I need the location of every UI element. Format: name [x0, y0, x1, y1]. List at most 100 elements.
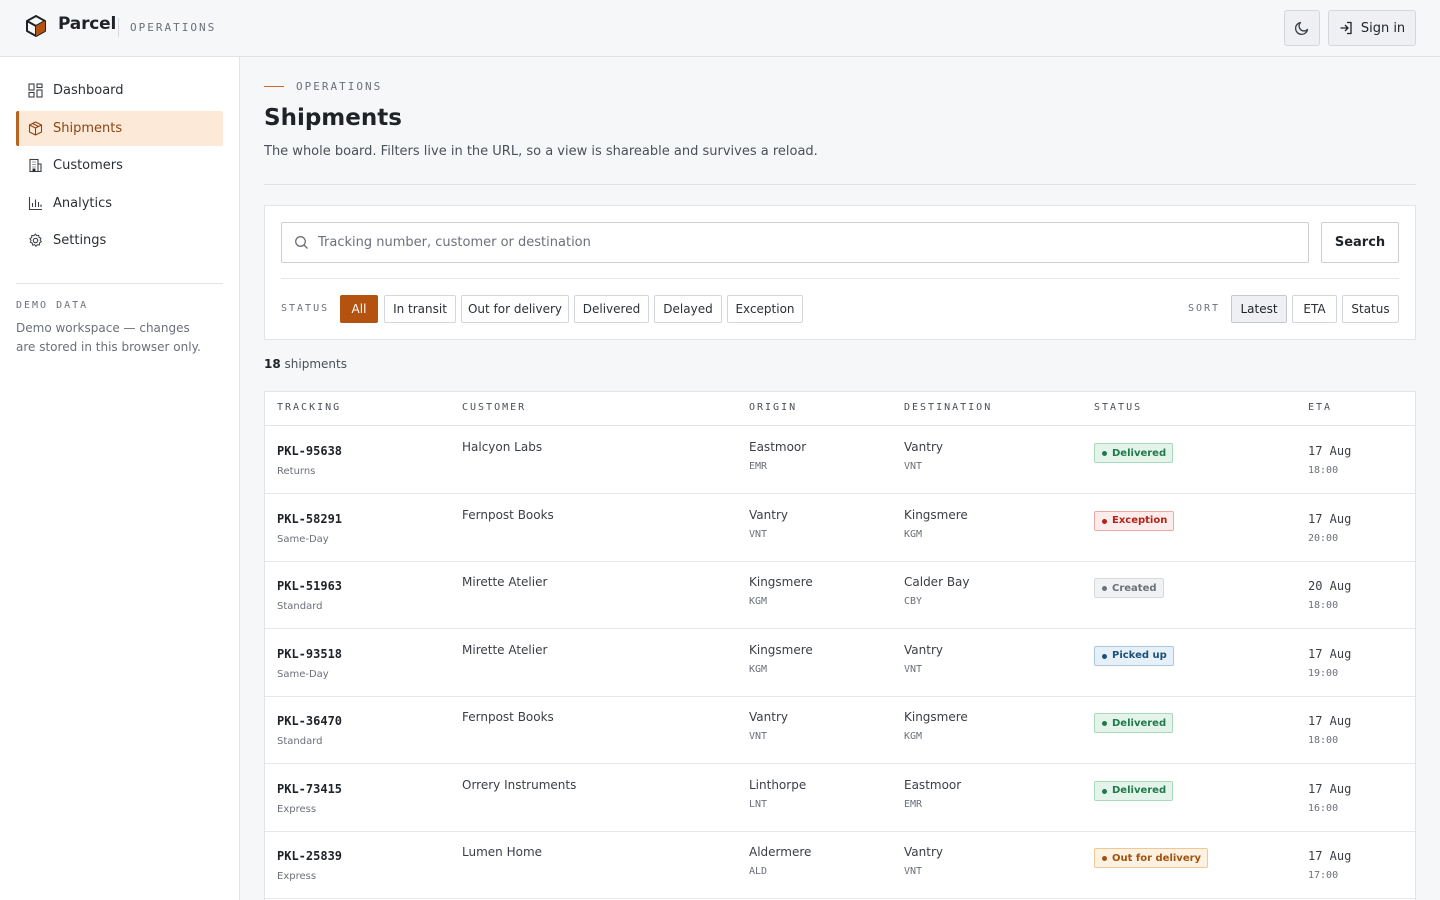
origin-city: Eastmoor: [749, 440, 807, 454]
brand-name[interactable]: Parcel: [58, 14, 116, 34]
column-header-eta[interactable]: ETA: [1308, 402, 1332, 413]
customer-name: Fernpost Books: [462, 710, 554, 724]
sidebar-item-analytics[interactable]: Analytics: [16, 186, 223, 221]
sort-latest[interactable]: Latest: [1231, 295, 1287, 323]
origin-code: ALD: [749, 866, 768, 877]
origin-code: LNT: [749, 798, 768, 810]
eyebrow-accent-line: [264, 86, 284, 87]
service-type: Same-Day: [277, 668, 329, 680]
origin-city: Kingsmere: [749, 575, 813, 589]
status-filter-out-for-delivery[interactable]: Out for delivery: [461, 295, 569, 323]
table-row[interactable]: PKL-36470 Standard Fernpost Books Vantry VNT…: [265, 696, 1415, 764]
destination-code: KGM: [904, 731, 923, 742]
table-row[interactable]: PKL-93518 Same-Day Mirette Atelier Kingsmer…: [265, 629, 1415, 697]
origin-code: VNT: [749, 731, 768, 742]
tracking-number[interactable]: PKL-25839: [277, 849, 342, 863]
sidebar-item-shipments[interactable]: Shipments: [16, 111, 223, 146]
status-filter-in-transit[interactable]: In transit: [384, 295, 456, 323]
results-count-suffix: shipments: [284, 357, 347, 371]
column-header-origin[interactable]: ORIGIN: [749, 402, 797, 413]
sign-in-label: Sign in: [1360, 20, 1406, 36]
destination-code: VNT: [904, 663, 923, 675]
status-badge: Delivered: [1094, 443, 1174, 463]
column-header-destination[interactable]: DESTINATION: [904, 402, 992, 413]
table-row[interactable]: PKL-51963 Standard Mirette Atelier Kingsmer…: [265, 561, 1415, 629]
sign-in-button[interactable]: Sign in: [1328, 10, 1416, 46]
status-badge: Delivered: [1094, 713, 1174, 733]
service-type: Standard: [277, 601, 323, 612]
eta-time: 17:00: [1308, 870, 1339, 881]
sign-in-icon: [1340, 21, 1352, 35]
search-button[interactable]: Search: [1321, 222, 1399, 263]
building-icon: [29, 158, 42, 173]
status-filter-delivered[interactable]: Delivered: [574, 295, 649, 323]
dashboard-icon: [28, 83, 43, 98]
destination-code: CBY: [904, 596, 923, 607]
service-type: Standard: [277, 736, 323, 747]
destination-city: Calder Bay: [904, 575, 970, 589]
tracking-number[interactable]: PKL-73415: [277, 782, 342, 796]
sidebar-item-customers[interactable]: Customers: [16, 148, 223, 183]
tracking-number[interactable]: PKL-36470: [277, 714, 342, 728]
eta-date: 17 Aug: [1308, 714, 1352, 728]
customer-name: Fernpost Books: [462, 507, 554, 522]
status-filter-exception[interactable]: Exception: [727, 295, 803, 323]
destination-city: Eastmoor: [904, 777, 962, 792]
status-filter-all[interactable]: All: [340, 295, 378, 323]
destination-code: VNT: [904, 461, 923, 472]
sidebar-item-settings[interactable]: Settings: [16, 223, 223, 258]
status-badge: Delivered: [1094, 780, 1174, 801]
page-title: Shipments: [264, 105, 402, 131]
customer-name: Mirette Atelier: [462, 642, 548, 657]
tracking-number[interactable]: PKL-95638: [277, 444, 342, 458]
page-eyebrow: OPERATIONS: [296, 80, 383, 93]
sidebar-item-label: Settings: [53, 233, 107, 248]
status-filter-delayed[interactable]: Delayed: [654, 295, 722, 323]
service-type: Express: [277, 803, 317, 815]
service-type: Same-Day: [277, 533, 329, 545]
sidebar-divider: [16, 283, 223, 284]
eta-time: 18:00: [1308, 465, 1339, 476]
table-row[interactable]: PKL-58291 Same-Day Fernpost Books Vantry VNT…: [265, 494, 1415, 562]
search-input[interactable]: [318, 223, 1298, 262]
top-header: Parcel OPERATIONS Sign in: [0, 0, 1440, 57]
gear-icon: [29, 233, 42, 247]
customer-name: Halcyon Labs: [462, 440, 543, 454]
tracking-number[interactable]: PKL-58291: [277, 512, 342, 526]
status-badge: Exception: [1094, 510, 1175, 531]
eta-date: 17 Aug: [1308, 444, 1352, 458]
filter-divider: [281, 278, 1399, 279]
moon-icon: [1294, 21, 1309, 36]
table-row[interactable]: PKL-73415 Express Orrery Instruments Lintho…: [265, 764, 1415, 832]
tracking-number[interactable]: PKL-93518: [277, 647, 342, 661]
sidebar: Dashboard Shipments Customers Analytics …: [0, 57, 240, 900]
search-box: [281, 222, 1309, 263]
table-row[interactable]: PKL-95638 Returns Halcyon Labs Eastmoor EMR V…: [265, 426, 1415, 494]
results-count: 18 shipments: [264, 357, 347, 371]
brand-section: OPERATIONS: [130, 21, 217, 34]
theme-toggle-button[interactable]: [1284, 10, 1320, 46]
page-divider: [264, 184, 1416, 185]
column-header-status[interactable]: STATUS: [1094, 402, 1142, 413]
customer-name: Lumen Home: [462, 845, 543, 859]
customer-name: Mirette Atelier: [462, 575, 548, 589]
eta-time: 20:00: [1308, 532, 1339, 544]
origin-city: Kingsmere: [749, 642, 813, 657]
sidebar-item-dashboard[interactable]: Dashboard: [16, 73, 223, 108]
tracking-number[interactable]: PKL-51963: [277, 579, 342, 593]
table-row[interactable]: PKL-25839 Express Lumen Home Aldermere ALD Va…: [265, 831, 1415, 899]
results-count-number: 18: [264, 357, 281, 371]
eta-date: 20 Aug: [1308, 579, 1352, 593]
eta-date: 17 Aug: [1308, 511, 1352, 526]
origin-city: Vantry: [749, 507, 788, 522]
search-icon: [295, 236, 308, 249]
sort-eta[interactable]: ETA: [1292, 295, 1337, 323]
origin-code: KGM: [749, 663, 768, 675]
sort-status[interactable]: Status: [1342, 295, 1399, 323]
column-header-customer[interactable]: CUSTOMER: [462, 402, 526, 413]
origin-city: Aldermere: [749, 845, 812, 859]
customer-name: Orrery Instruments: [462, 777, 577, 792]
column-header-tracking[interactable]: TRACKING: [277, 402, 341, 413]
destination-city: Vantry: [904, 642, 943, 657]
brand-divider: [118, 18, 119, 37]
